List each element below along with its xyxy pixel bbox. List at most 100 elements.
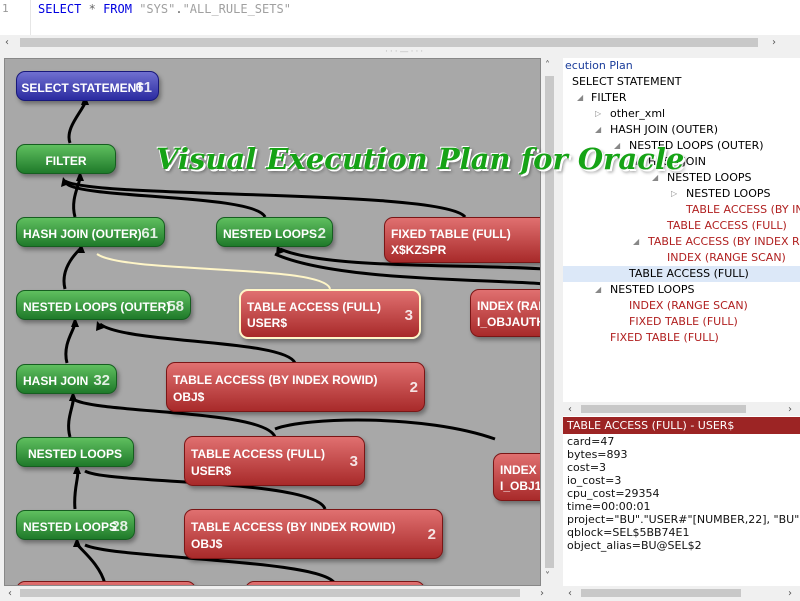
tree-item[interactable]: TABLE ACCESS (FULL) [667, 218, 787, 234]
node-table-access-full-2[interactable]: TABLE ACCESS (FULL) USER$ 3 [184, 436, 365, 486]
node-object: USER$ [191, 464, 232, 478]
sql-text[interactable]: SELECT * FROM "SYS"."ALL_RULE_SETS" [38, 2, 291, 16]
node-select-statement[interactable]: SELECT STATEMENT 61 [16, 71, 159, 101]
property-row: cost=3 [567, 461, 607, 474]
tree-item[interactable]: SELECT STATEMENT [572, 74, 681, 90]
node-filter[interactable]: FILTER [16, 144, 116, 174]
property-row: object_alias=BU@SEL$2 [567, 539, 702, 552]
tree-header: ecution Plan [565, 59, 633, 72]
line-number: 1 [2, 2, 9, 15]
tree-item[interactable]: FIXED TABLE (FULL) [629, 314, 738, 330]
sql-table: "ALL_RULE_SETS" [182, 2, 291, 16]
scroll-right-icon[interactable]: › [788, 586, 792, 601]
node-label: TABLE ACCESS (FULL) [247, 300, 381, 314]
scroll-thumb[interactable] [20, 38, 758, 47]
scroll-down-icon[interactable]: ˅ [545, 569, 550, 584]
properties-list: card=47 bytes=893 cost=3 io_cost=3 cpu_c… [563, 434, 800, 586]
scroll-thumb[interactable] [581, 405, 746, 413]
node-cost: 28 [111, 518, 128, 535]
scroll-left-icon[interactable]: ‹ [5, 35, 9, 50]
tree-hscrollbar[interactable]: ‹ › [563, 402, 800, 416]
sql-dot: . [175, 2, 183, 16]
connector-nlo-hash [62, 247, 82, 290]
line-gutter: 1 [0, 0, 31, 35]
node-cost: 61 [141, 225, 158, 242]
tree-item[interactable]: HASH JOIN (OUTER) [610, 122, 718, 138]
node-label: TABLE ACCESS (FULL) [191, 447, 325, 461]
tree-item[interactable]: INDEX (RANGE SCAN) [667, 250, 786, 266]
scroll-thumb[interactable] [20, 589, 520, 597]
execution-plan-diagram[interactable]: SELECT STATEMENT 61 FILTER HASH JOIN (OU… [4, 58, 541, 586]
node-nested-loops-outer[interactable]: NESTED LOOPS (OUTER) 58 [16, 290, 191, 320]
node-nested-loops[interactable]: NESTED LOOPS 2 [216, 217, 333, 247]
node-fixed-table[interactable]: FIXED TABLE (FULL) X$KZSPR [384, 217, 540, 263]
connector-selected [96, 253, 331, 290]
tree-item[interactable]: NESTED LOOPS [610, 282, 694, 298]
node-cost: 2 [427, 526, 436, 543]
scroll-up-icon[interactable]: ˄ [545, 58, 550, 73]
node-nested-loops-28[interactable]: NESTED LOOPS 28 [16, 510, 135, 540]
plan-tree[interactable]: ecution Plan SELECT STATEMENT ◢ FILTER ▷… [563, 58, 800, 403]
promo-overlay-title: Visual Execution Plan for Oracle [156, 142, 685, 176]
node-table-access-rowid-2[interactable]: TABLE ACCESS (BY INDEX ROWID) OBJ$ 2 [184, 509, 443, 559]
node-label: NESTED LOOPS [23, 520, 118, 534]
sql-keyword-from: FROM [103, 2, 132, 16]
node-cost: 3 [404, 307, 413, 324]
node-label: FILTER [45, 154, 87, 168]
node-hash-join-outer[interactable]: HASH JOIN (OUTER) 61 [16, 217, 165, 247]
horizontal-splitter[interactable]: ···—··· [0, 47, 800, 58]
expand-triangle-icon[interactable]: ◢ [595, 122, 601, 138]
node-label: INDEX [500, 463, 537, 477]
node-object: I_OBJ1 [500, 479, 541, 493]
plan-side-panel: ecution Plan SELECT STATEMENT ◢ FILTER ▷… [563, 58, 800, 600]
properties-header: TABLE ACCESS (FULL) - USER$ [563, 417, 800, 434]
node-object: I_OBJAUTH [477, 315, 541, 329]
connector-nl-hj [67, 396, 75, 438]
tree-item[interactable]: TABLE ACCESS (BY INDEX ROW [648, 234, 800, 250]
collapse-triangle-icon[interactable]: ▷ [595, 106, 601, 122]
scroll-right-icon[interactable]: › [788, 402, 792, 417]
node-label: HASH JOIN [23, 374, 89, 388]
scroll-left-icon[interactable]: ‹ [568, 586, 572, 601]
node-object: OBJ$ [191, 537, 223, 551]
scroll-left-icon[interactable]: ‹ [8, 586, 12, 601]
node-index-range[interactable]: INDEX (RAN I_OBJAUTH [470, 289, 541, 337]
node-table-access-rowid[interactable]: TABLE ACCESS (BY INDEX ROWID) OBJ$ 2 [166, 362, 425, 412]
node-object: X$KZSPR [391, 243, 447, 257]
connector-hj-nlo [64, 322, 77, 364]
properties-hscrollbar[interactable]: ‹ › [563, 586, 800, 600]
expand-triangle-icon[interactable]: ◢ [595, 282, 601, 298]
node-object: USER$ [247, 316, 288, 330]
expand-triangle-icon[interactable]: ◢ [633, 234, 639, 250]
diagram-vscrollbar[interactable]: ˄ ˅ [541, 58, 558, 586]
diagram-hscrollbar[interactable]: ‹ › [0, 586, 558, 600]
node-cost: 61 [135, 79, 152, 96]
node-index-2[interactable]: INDEX I_OBJ1 [493, 453, 541, 501]
collapse-triangle-icon[interactable]: ▷ [671, 186, 677, 202]
node-label: TABLE ACCESS (BY INDEX ROWID) [191, 520, 396, 534]
tree-item[interactable]: FILTER [591, 90, 627, 106]
tree-item[interactable]: other_xml [610, 106, 665, 122]
sql-schema: "SYS" [139, 2, 176, 16]
node-nested-loops-2[interactable]: NESTED LOOPS [16, 437, 134, 467]
property-row: project="BU"."USER#"[NUMBER,22], "BU". [567, 513, 800, 526]
scroll-right-icon[interactable]: › [540, 586, 544, 601]
property-row: io_cost=3 [567, 474, 622, 487]
node-label: NESTED LOOPS [223, 227, 318, 241]
tree-item[interactable]: INDEX (RANGE SCAN) [629, 298, 748, 314]
property-row: time=00:00:01 [567, 500, 651, 513]
node-label: NESTED LOOPS [27, 447, 122, 461]
scroll-thumb[interactable] [581, 589, 741, 597]
tree-item[interactable]: TABLE ACCESS (BY INDE [686, 202, 800, 218]
property-row: cpu_cost=29354 [567, 487, 660, 500]
tree-item-selected[interactable]: TABLE ACCESS (FULL) [629, 266, 749, 282]
tree-item[interactable]: NESTED LOOPS [686, 186, 770, 202]
expand-triangle-icon[interactable]: ◢ [577, 90, 583, 106]
node-hash-join[interactable]: HASH JOIN 32 [16, 364, 117, 394]
node-table-access-full-selected[interactable]: TABLE ACCESS (FULL) USER$ 3 [239, 289, 421, 339]
tree-item[interactable]: FIXED TABLE (FULL) [610, 330, 719, 346]
scroll-left-icon[interactable]: ‹ [568, 402, 572, 417]
sql-editor[interactable]: 1 SELECT * FROM "SYS"."ALL_RULE_SETS" [0, 0, 800, 36]
connector-fixed-filter [64, 179, 467, 219]
scroll-right-icon[interactable]: › [772, 35, 776, 50]
